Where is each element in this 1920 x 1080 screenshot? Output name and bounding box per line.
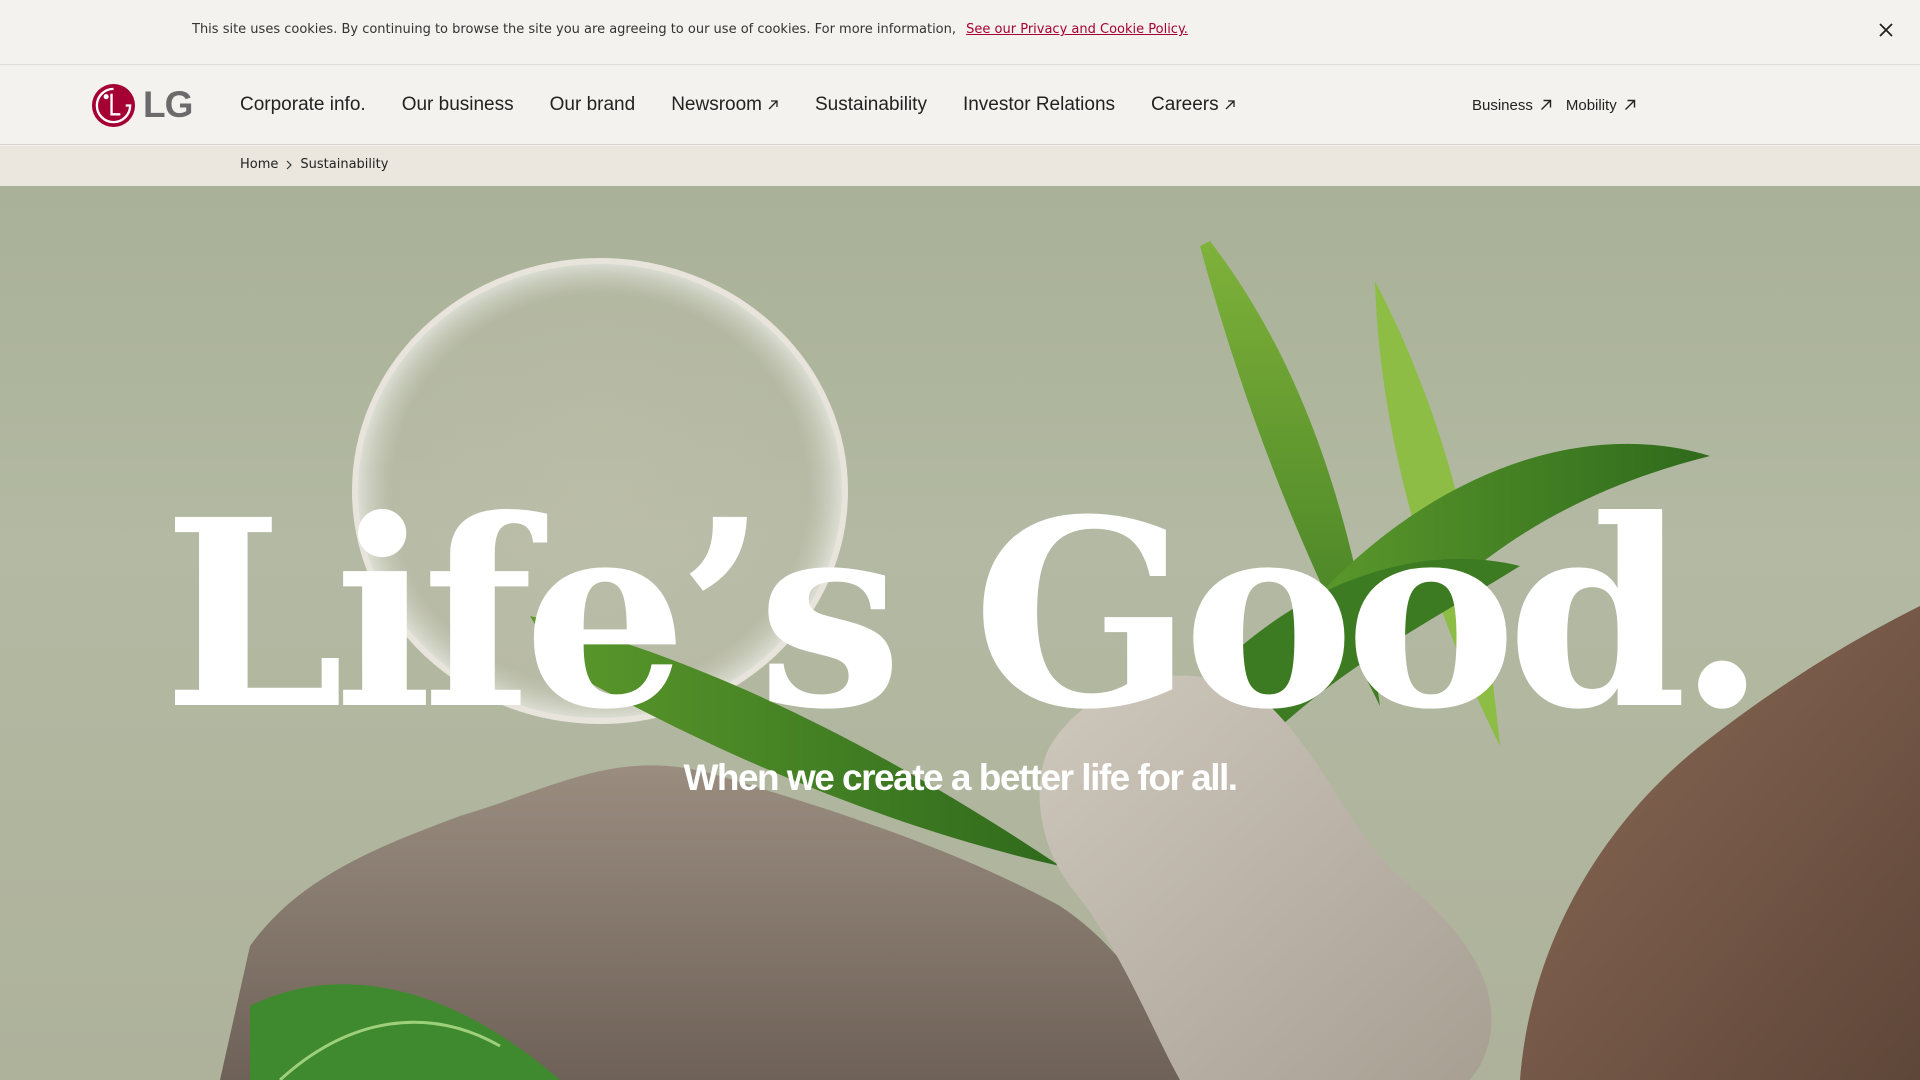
nav-label: Sustainability <box>815 94 927 115</box>
breadcrumb: Home Sustainability <box>240 157 388 172</box>
breadcrumb-bar: Home Sustainability <box>0 146 1920 186</box>
nav-careers[interactable]: Careers <box>1151 94 1236 116</box>
nav-label: Our business <box>401 94 514 115</box>
nav-newsroom[interactable]: Newsroom <box>671 94 779 116</box>
cookie-banner: This site uses cookies. By continuing to… <box>0 0 1920 65</box>
util-mobility[interactable]: Mobility <box>1566 97 1636 114</box>
util-label: Mobility <box>1565 96 1617 114</box>
nav-label: Investor Relations <box>962 94 1116 115</box>
hero-headline: Life’s Good. <box>162 463 1767 766</box>
utility-nav: Business Mobility <box>1472 65 1650 145</box>
nav-label: Careers <box>1151 94 1219 115</box>
logo-text: LG <box>143 84 193 125</box>
hero-banner: Life’s Good. When we create a better lif… <box>0 186 1920 1080</box>
external-link-icon <box>768 100 778 110</box>
cookie-message: This site uses cookies. By continuing to… <box>192 22 1188 37</box>
nav-label: Our brand <box>549 94 636 115</box>
nav-our-brand[interactable]: Our brand <box>550 94 636 116</box>
chevron-right-icon <box>286 160 293 169</box>
site-header: LG Corporate info. Our business Our bran… <box>0 65 1920 145</box>
nav-investor-relations[interactable]: Investor Relations <box>963 94 1115 116</box>
lg-logo[interactable]: LG <box>91 82 194 128</box>
lg-logo-icon <box>91 83 136 127</box>
external-link-icon <box>1225 100 1235 110</box>
util-business[interactable]: Business <box>1472 97 1552 114</box>
nav-sustainability[interactable]: Sustainability <box>815 94 927 116</box>
external-link-icon <box>1540 99 1552 110</box>
nav-corporate-info[interactable]: Corporate info. <box>240 94 366 116</box>
hero-subheadline: When we create a better life for all. <box>683 757 1238 798</box>
external-link-icon <box>1624 99 1635 110</box>
breadcrumb-home[interactable]: Home <box>240 157 278 172</box>
breadcrumb-current: Sustainability <box>300 157 389 172</box>
nav-our-business[interactable]: Our business <box>402 94 514 116</box>
main-nav: Corporate info. Our business Our brand N… <box>240 65 1272 145</box>
nav-label: Corporate info. <box>240 94 366 115</box>
nav-label: Newsroom <box>671 94 762 115</box>
util-label: Business <box>1472 96 1533 114</box>
close-icon[interactable] <box>1876 20 1896 40</box>
privacy-policy-link[interactable]: See our Privacy and Cookie Policy. <box>966 22 1188 37</box>
cookie-text: This site uses cookies. By continuing to… <box>192 22 957 37</box>
